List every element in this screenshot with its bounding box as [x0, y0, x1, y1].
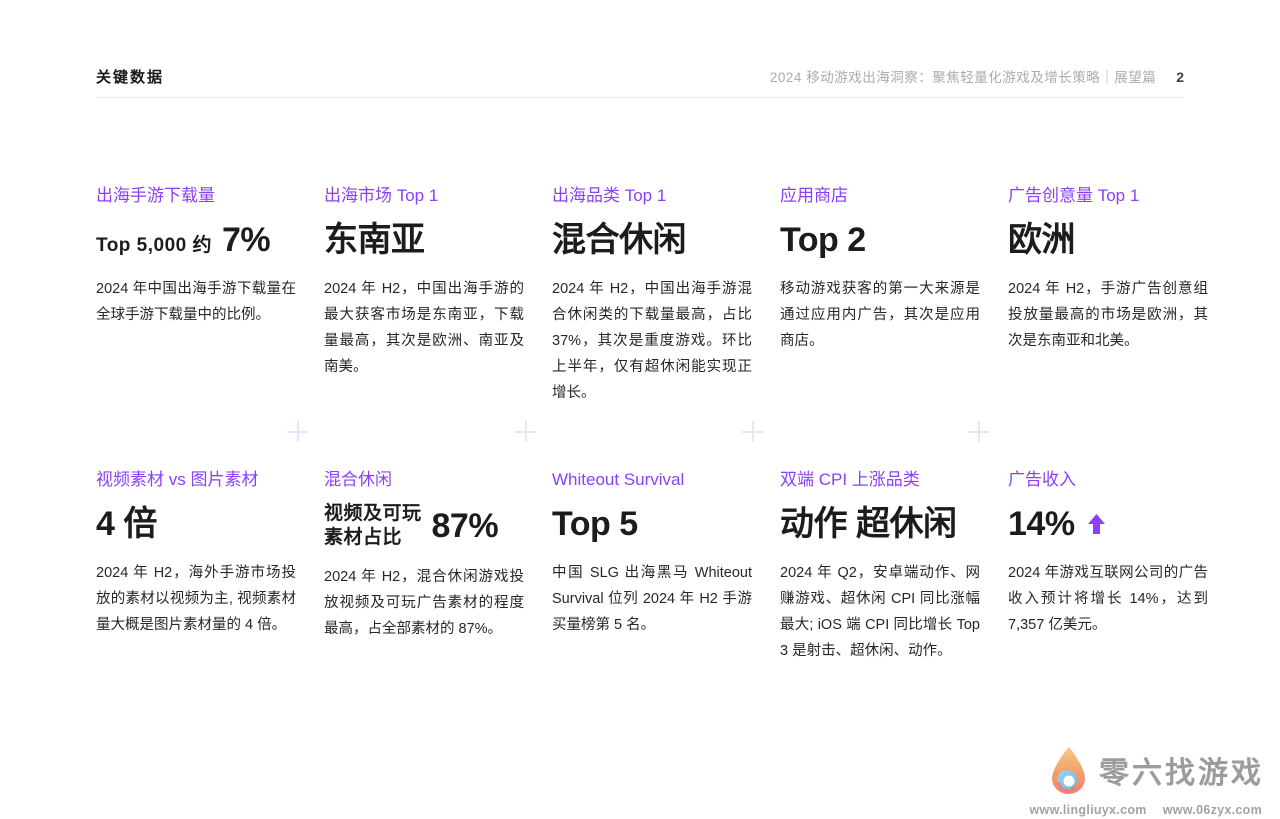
card-body: 移动游戏获客的第一大来源是通过应用内广告，其次是应用商店。 — [780, 276, 980, 354]
card-stat: 4 倍 — [96, 502, 296, 546]
stat-value: 7% — [222, 218, 270, 262]
plus-decoration — [287, 421, 308, 442]
stat-value: 87% — [432, 504, 499, 548]
card-body: 中国 SLG 出海黑马 Whiteout Survival 位列 2024 年 … — [552, 560, 752, 638]
card-label: 出海市场 Top 1 — [324, 184, 524, 208]
stat-value: 欧洲 — [1008, 218, 1075, 262]
stat-value: 4 倍 — [96, 502, 157, 546]
card-body: 2024 年游戏互联网公司的广告收入预计将增长 14%，达到 7,357 亿美元… — [1008, 560, 1208, 638]
page-header: 关键数据 2024 移动游戏出海洞察：聚焦轻量化游戏及增长策略｜展望篇 2 — [96, 66, 1184, 87]
card-stat: Top 5,000 约 7% — [96, 218, 296, 262]
flame-logo-icon — [1045, 745, 1091, 802]
stat-prefix: 视频及可玩 素材占比 — [324, 502, 422, 550]
card-stat: 欧洲 — [1008, 218, 1208, 262]
card-stat: 混合休闲 — [552, 218, 752, 262]
card-label: 双端 CPI 上涨品类 — [780, 468, 980, 492]
page-number: 2 — [1176, 69, 1184, 85]
card-body: 2024 年 H2，混合休闲游戏投放视频及可玩广告素材的程度最高，占全部素材的 … — [324, 564, 524, 642]
card-label: 出海手游下载量 — [96, 184, 296, 208]
card-stat: 视频及可玩 素材占比87% — [324, 502, 524, 550]
stats-row-1: 出海手游下载量 Top 5,000 约 7% 2024 年中国出海手游下载量在全球… — [96, 184, 1208, 406]
report-page: 关键数据 2024 移动游戏出海洞察：聚焦轻量化游戏及增长策略｜展望篇 2 出海… — [0, 0, 1280, 819]
stat-card-ad-creatives: 广告创意量 Top 1 欧洲 2024 年 H2，手游广告创意组投放量最高的市场… — [1008, 184, 1208, 406]
card-stat: 14% — [1008, 502, 1208, 546]
stat-card-whiteout-survival: Whiteout Survival Top 5 中国 SLG 出海黑马 Whit… — [552, 468, 752, 664]
stat-value: Top 2 — [780, 218, 866, 262]
card-label: Whiteout Survival — [552, 468, 752, 492]
card-label: 广告收入 — [1008, 468, 1208, 492]
card-stat: Top 5 — [552, 502, 752, 546]
plus-decoration — [515, 421, 536, 442]
card-label: 混合休闲 — [324, 468, 524, 492]
stat-card-video-vs-image: 视频素材 vs 图片素材 4 倍 2024 年 H2，海外手游市场投放的素材以视… — [96, 468, 296, 664]
header-right: 2024 移动游戏出海洞察：聚焦轻量化游戏及增长策略｜展望篇 2 — [770, 66, 1184, 86]
stat-card-top-market: 出海市场 Top 1 东南亚 2024 年 H2，中国出海手游的最大获客市场是东… — [324, 184, 524, 406]
stat-card-top-genre: 出海品类 Top 1 混合休闲 2024 年 H2，中国出海手游混合休闲类的下载… — [552, 184, 752, 406]
stat-value: 混合休闲 — [552, 218, 686, 262]
watermark: 零六找游戏 www.lingliuyx.com www.06zyx.com — [1030, 745, 1264, 817]
card-label: 广告创意量 Top 1 — [1008, 184, 1208, 208]
card-body: 2024 年中国出海手游下载量在全球手游下载量中的比例。 — [96, 276, 296, 328]
stat-card-ad-revenue: 广告收入 14% 2024 年游戏互联网公司的广告收入预计将增长 14%，达到 … — [1008, 468, 1208, 664]
stats-row-2: 视频素材 vs 图片素材 4 倍 2024 年 H2，海外手游市场投放的素材以视… — [96, 468, 1208, 664]
report-subtitle: 2024 移动游戏出海洞察：聚焦轻量化游戏及增长策略｜展望篇 — [770, 66, 1156, 86]
watermark-name: 零六找游戏 — [1099, 754, 1264, 794]
stat-value: Top 5 — [552, 502, 638, 546]
card-stat: 动作 超休闲 — [780, 502, 980, 546]
stat-prefix: Top 5,000 约 — [96, 234, 212, 258]
card-body: 2024 年 H2，海外手游市场投放的素材以视频为主, 视频素材量大概是图片素材… — [96, 560, 296, 638]
card-stat: Top 2 — [780, 218, 980, 262]
card-body: 2024 年 Q2，安卓端动作、网赚游戏、超休闲 CPI 同比涨幅最大; iOS… — [780, 560, 980, 664]
card-label: 视频素材 vs 图片素材 — [96, 468, 296, 492]
stat-card-cpi-rising: 双端 CPI 上涨品类 动作 超休闲 2024 年 Q2，安卓端动作、网赚游戏、… — [780, 468, 980, 664]
card-label: 出海品类 Top 1 — [552, 184, 752, 208]
stat-card-app-store: 应用商店 Top 2 移动游戏获客的第一大来源是通过应用内广告，其次是应用商店。 — [780, 184, 980, 406]
watermark-logo-row: 零六找游戏 — [1045, 745, 1264, 802]
plus-decoration — [742, 421, 763, 442]
stat-value: 14% — [1008, 502, 1075, 546]
plus-decoration — [968, 421, 989, 442]
stat-card-downloads: 出海手游下载量 Top 5,000 约 7% 2024 年中国出海手游下载量在全球… — [96, 184, 296, 406]
card-body: 2024 年 H2，中国出海手游混合休闲类的下载量最高，占比 37%，其次是重度… — [552, 276, 752, 406]
section-title: 关键数据 — [96, 66, 164, 87]
watermark-url: www.06zyx.com — [1163, 803, 1262, 817]
stat-card-hybrid-casual-creatives: 混合休闲 视频及可玩 素材占比87% 2024 年 H2，混合休闲游戏投放视频及… — [324, 468, 524, 664]
header-divider — [96, 97, 1184, 98]
up-arrow-icon — [1087, 513, 1106, 535]
watermark-urls: www.lingliuyx.com www.06zyx.com — [1030, 803, 1264, 817]
card-body: 2024 年 H2，中国出海手游的最大获客市场是东南亚，下载量最高，其次是欧洲、… — [324, 276, 524, 380]
stat-value: 东南亚 — [324, 218, 425, 262]
stat-value: 动作 超休闲 — [780, 502, 956, 546]
card-label: 应用商店 — [780, 184, 980, 208]
card-stat: 东南亚 — [324, 218, 524, 262]
card-body: 2024 年 H2，手游广告创意组投放量最高的市场是欧洲，其次是东南亚和北美。 — [1008, 276, 1208, 354]
watermark-url: www.lingliuyx.com — [1030, 803, 1147, 817]
